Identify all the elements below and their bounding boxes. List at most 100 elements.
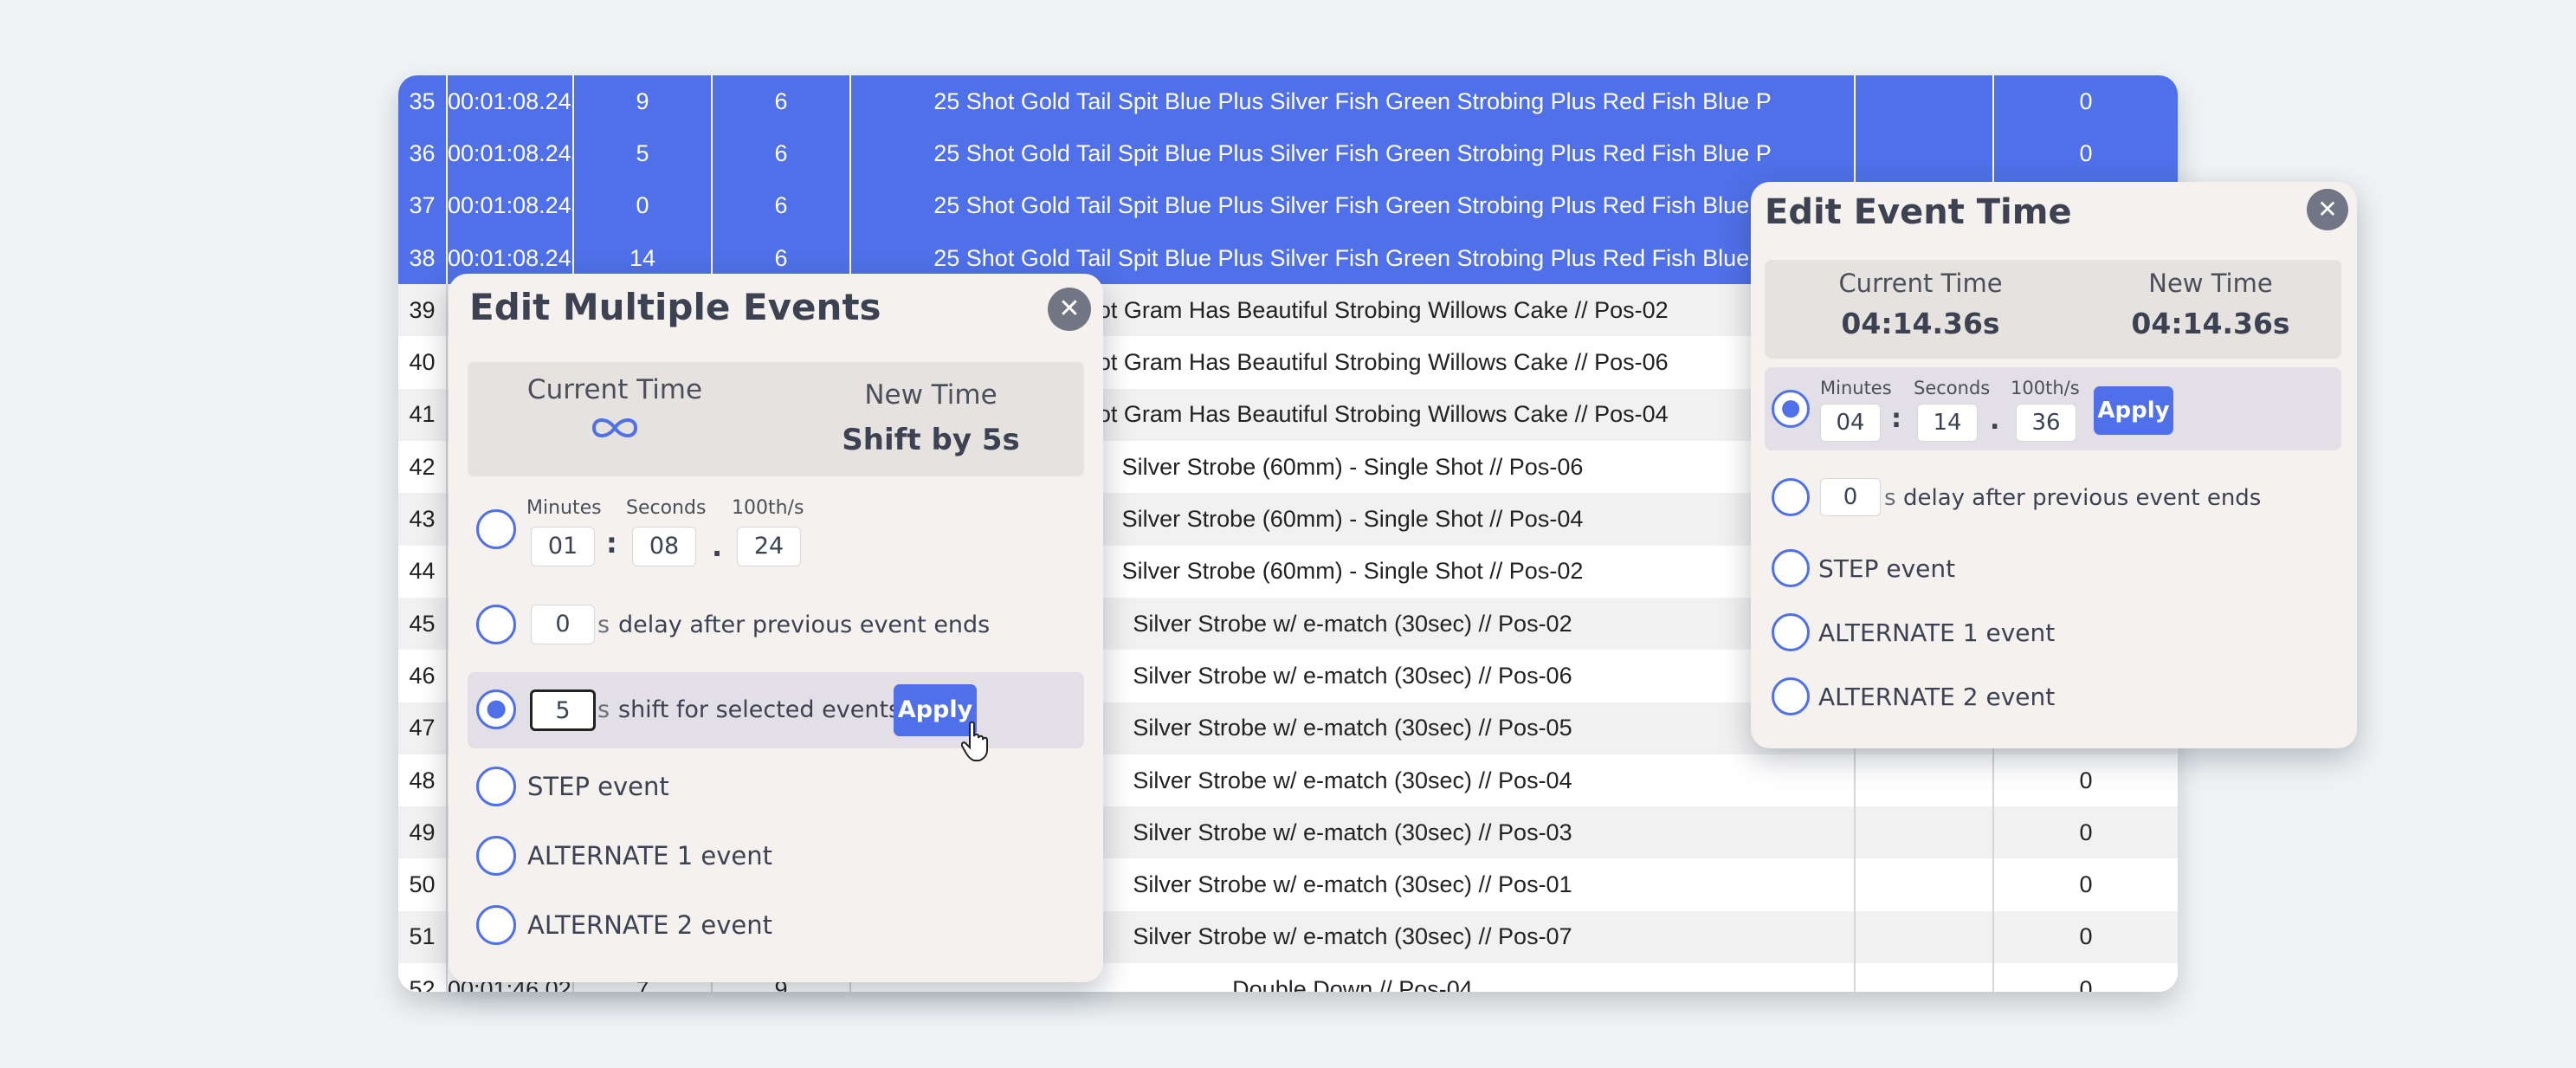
- new-time-label: New Time: [2148, 269, 2273, 298]
- alternate-2-text: ALTERNATE 2 event: [1818, 683, 2056, 711]
- seconds-field[interactable]: 14: [1917, 404, 1978, 442]
- close-button[interactable]: ✕: [1048, 288, 1091, 331]
- infinity-icon: [502, 411, 727, 456]
- hundredths-field[interactable]: 36: [2016, 404, 2076, 442]
- extra-cell: [1854, 127, 1993, 180]
- minutes-field[interactable]: 04: [1820, 404, 1881, 442]
- shift-unit: s: [597, 696, 610, 723]
- delay-field[interactable]: 0: [531, 605, 595, 644]
- row-number-cell: 39: [398, 284, 447, 337]
- hundredths-label: 100th/s: [2011, 378, 2080, 398]
- edit-multiple-events-dialog: Edit Multiple Events ✕ Current Time New …: [449, 274, 1103, 982]
- value-cell: 0: [1992, 127, 2178, 180]
- extra-cell: [1854, 806, 1993, 859]
- close-button[interactable]: ✕: [2307, 189, 2348, 230]
- dot-separator: .: [1990, 405, 2000, 436]
- cue-cell: 9: [572, 75, 712, 128]
- minutes-field[interactable]: 01: [531, 527, 595, 566]
- value-cell: 0: [1992, 806, 2178, 859]
- delay-radio[interactable]: [476, 605, 516, 644]
- step-radio[interactable]: [1772, 549, 1810, 587]
- extra-cell: [1854, 75, 1993, 128]
- alternate-2-radio[interactable]: [476, 905, 516, 945]
- shift-field[interactable]: 5: [530, 689, 596, 731]
- extra-cell: [1854, 910, 1993, 964]
- seconds-label: Seconds: [1914, 378, 1991, 398]
- step-text: STEP event: [1818, 554, 1956, 583]
- table-row[interactable]: 36 00:01:08.24s 5 6 25 Shot Gold Tail Spit B…: [398, 127, 2178, 180]
- extra-cell: [1854, 963, 1993, 992]
- minutes-label: Minutes: [1820, 378, 1892, 398]
- step-radio[interactable]: [476, 767, 516, 806]
- row-number-cell: 42: [398, 441, 447, 494]
- extra-cell: [1854, 858, 1993, 911]
- dialog-title: Edit Event Time: [1765, 192, 2072, 232]
- extra-cell: [1854, 754, 1993, 807]
- delay-unit: s: [597, 612, 610, 638]
- delay-field[interactable]: 0: [1820, 478, 1881, 516]
- row-number-cell: 46: [398, 650, 447, 702]
- product-name-cell: 25 Shot Gold Tail Spit Blue Plus Silver …: [849, 75, 1855, 128]
- alternate-1-text: ALTERNATE 1 event: [1818, 618, 2056, 647]
- new-time-label: New Time: [864, 379, 997, 411]
- new-time-column: New Time Shift by 5s: [814, 379, 1048, 457]
- row-number-cell: 38: [398, 231, 447, 285]
- shift-text: shift for selected events: [618, 696, 901, 723]
- hundredths-field[interactable]: 24: [737, 527, 801, 566]
- alternate-1-text: ALTERNATE 1 event: [527, 841, 772, 871]
- seconds-field[interactable]: 08: [632, 527, 696, 566]
- row-number-cell: 48: [398, 754, 447, 807]
- new-time-value: 04:14.36s: [2131, 307, 2290, 340]
- new-time-value: Shift by 5s: [842, 423, 1020, 457]
- colon-separator: :: [1891, 404, 1901, 434]
- row-number-cell: 51: [398, 910, 447, 964]
- row-number-cell: 43: [398, 493, 447, 546]
- table-row[interactable]: 35 00:01:08.24s 9 6 25 Shot Gold Tail Spit B…: [398, 75, 2178, 128]
- row-number-cell: 35: [398, 75, 447, 128]
- module-cell: 6: [711, 127, 850, 180]
- delay-radio[interactable]: [1772, 478, 1810, 516]
- step-text: STEP event: [527, 772, 669, 801]
- edit-event-time-dialog: Edit Event Time ✕ Current Time 04:14.36s…: [1751, 182, 2357, 748]
- dialog-title: Edit Multiple Events: [469, 286, 881, 328]
- alternate-2-text: ALTERNATE 2 event: [527, 910, 772, 940]
- current-time-column: Current Time 04:14.36s: [1799, 269, 2042, 340]
- row-number-cell: 41: [398, 388, 447, 442]
- value-cell: 0: [1992, 910, 2178, 964]
- value-cell: 0: [1992, 75, 2178, 128]
- value-cell: 0: [1992, 754, 2178, 807]
- row-number-cell: 45: [398, 597, 447, 651]
- row-number-cell: 47: [398, 702, 447, 754]
- module-cell: 6: [711, 179, 850, 232]
- row-number-cell: 36: [398, 127, 447, 180]
- shift-radio[interactable]: [476, 689, 516, 729]
- set-time-radio[interactable]: [476, 509, 516, 549]
- value-cell: 0: [1992, 963, 2178, 992]
- row-number-cell: 37: [398, 179, 447, 232]
- row-number-cell: 49: [398, 806, 447, 859]
- alternate-1-radio[interactable]: [476, 836, 516, 876]
- value-cell: 0: [1992, 858, 2178, 911]
- hundredths-label: 100th/s: [732, 497, 804, 519]
- cue-cell: 5: [572, 127, 712, 180]
- product-name-cell: 25 Shot Gold Tail Spit Blue Plus Silver …: [849, 127, 1855, 180]
- row-number-cell: 44: [398, 545, 447, 598]
- time-summary: Current Time New Time Shift by 5s: [468, 362, 1084, 476]
- alternate-2-radio[interactable]: [1772, 677, 1810, 715]
- delay-unit: s: [1884, 485, 1896, 511]
- time-cell: 00:01:08.24s: [446, 75, 573, 128]
- new-time-column: New Time 04:14.36s: [2094, 269, 2327, 340]
- apply-button[interactable]: Apply: [2094, 386, 2173, 435]
- alternate-1-radio[interactable]: [1772, 613, 1810, 651]
- close-icon: ✕: [2317, 195, 2338, 223]
- delay-text: delay after previous event ends: [1903, 485, 2262, 511]
- set-time-radio[interactable]: [1772, 390, 1810, 428]
- time-cell: 00:01:08.24s: [446, 179, 573, 232]
- row-number-cell: 40: [398, 336, 447, 389]
- minutes-label: Minutes: [526, 497, 602, 519]
- row-number-cell: 52: [398, 963, 447, 992]
- colon-separator: :: [606, 527, 617, 560]
- seconds-label: Seconds: [626, 497, 707, 519]
- dot-separator: .: [712, 530, 723, 563]
- time-cell: 00:01:08.24s: [446, 127, 573, 180]
